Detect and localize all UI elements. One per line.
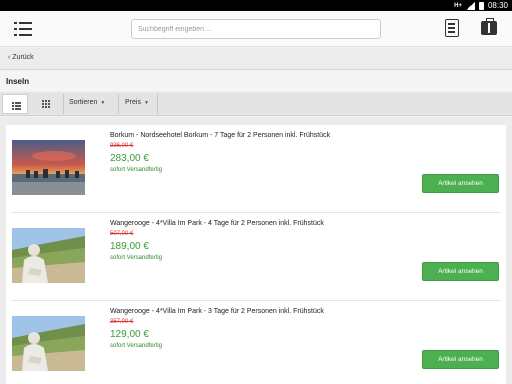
product-card: Wangerooge - 4*Villa Im Park - 3 Tage fü…: [6, 301, 506, 384]
signal-icon: [465, 1, 475, 10]
status-time: 08:30: [487, 1, 508, 10]
product-title[interactable]: Borkum - Nordseehotel Borkum - 7 Tage fü…: [110, 132, 330, 139]
price-filter-dropdown[interactable]: Preis ▼: [125, 99, 149, 106]
shipping-status: sofort Versandfertig: [110, 343, 163, 349]
page-title: Inseln: [6, 77, 30, 86]
product-image-woman-dunes[interactable]: [12, 316, 85, 371]
back-link[interactable]: ‹ Zurück: [8, 54, 34, 61]
sort-label: Sortieren: [69, 99, 98, 106]
network-type: H+: [454, 2, 462, 9]
battery-icon: [478, 1, 484, 10]
chevron-down-icon: ▼: [143, 100, 149, 106]
status-bar: H+ 08:30: [0, 0, 512, 11]
sort-dropdown[interactable]: Sortieren ▼: [69, 99, 105, 106]
product-price: 129,00 €: [110, 329, 149, 340]
menu-icon[interactable]: [14, 21, 32, 37]
product-price: 189,00 €: [110, 241, 149, 252]
shipping-status: sofort Versandfertig: [110, 167, 163, 173]
listing-toolbar: Sortieren ▼ Preis ▼: [0, 92, 512, 116]
category-header: Inseln: [0, 71, 512, 91]
cart-icon[interactable]: [481, 18, 497, 35]
product-price: 283,00 €: [110, 153, 149, 164]
back-label: Zurück: [12, 54, 34, 61]
product-list: Borkum - Nordseehotel Borkum - 7 Tage fü…: [6, 125, 506, 384]
view-product-button[interactable]: Artikel ansehen: [422, 350, 499, 369]
product-image-woman-dunes[interactable]: [12, 228, 85, 283]
search-input[interactable]: [131, 19, 381, 39]
old-price: 507,00 €: [110, 231, 134, 237]
product-card: Wangerooge - 4*Villa Im Park - 4 Tage fü…: [6, 213, 506, 301]
view-product-button[interactable]: Artikel ansehen: [422, 262, 499, 281]
grid-view-button[interactable]: [33, 94, 59, 114]
shipping-status: sofort Versandfertig: [110, 255, 163, 261]
view-product-button[interactable]: Artikel ansehen: [422, 174, 499, 193]
chevron-down-icon: ▼: [100, 100, 106, 106]
product-title[interactable]: Wangerooge - 4*Villa Im Park - 3 Tage fü…: [110, 308, 324, 315]
old-price: 357,00 €: [110, 319, 134, 325]
product-image-beach-sunset[interactable]: [12, 140, 85, 195]
list-view-button[interactable]: [2, 94, 28, 114]
price-filter-label: Preis: [125, 99, 141, 106]
product-title[interactable]: Wangerooge - 4*Villa Im Park - 4 Tage fü…: [110, 220, 324, 227]
notepad-icon[interactable]: [445, 19, 459, 37]
product-list-area: Borkum - Nordseehotel Borkum - 7 Tage fü…: [0, 117, 512, 384]
product-card: Borkum - Nordseehotel Borkum - 7 Tage fü…: [6, 125, 506, 213]
old-price: 936,00 €: [110, 143, 134, 149]
app-header: [0, 11, 512, 47]
back-row: ‹ Zurück: [0, 48, 512, 70]
